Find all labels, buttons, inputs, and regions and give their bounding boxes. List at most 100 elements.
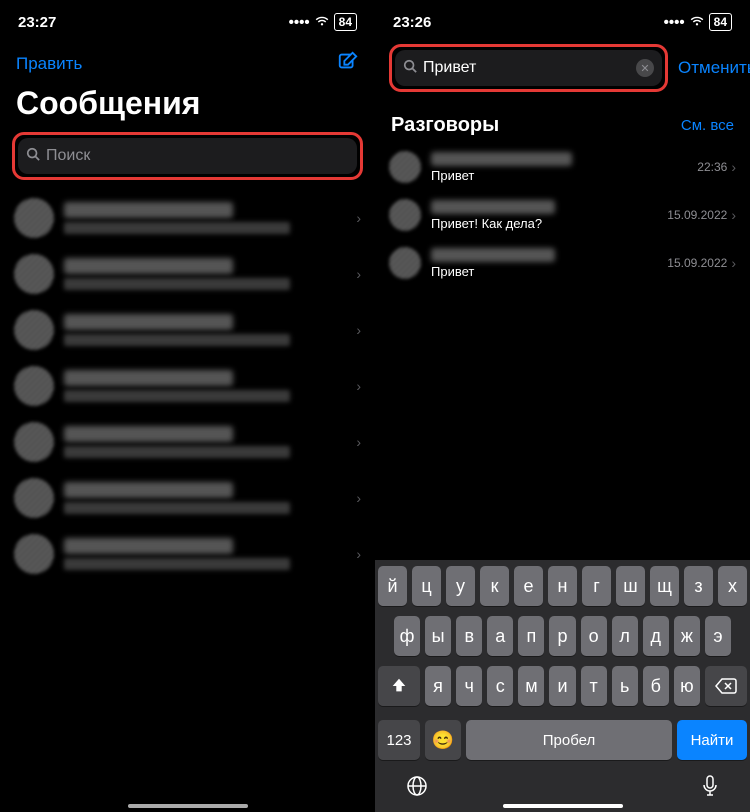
timestamp: ›: [356, 266, 361, 282]
search-results: Привет 22:36› Привет! Как дела? 15.09.20…: [375, 143, 750, 287]
key-ф[interactable]: ф: [394, 616, 420, 656]
timestamp: ›: [356, 490, 361, 506]
result-item[interactable]: Привет 15.09.2022›: [375, 239, 750, 287]
chevron-right-icon: ›: [731, 255, 736, 271]
conversation-item[interactable]: ›: [0, 358, 375, 414]
key-у[interactable]: у: [446, 566, 475, 606]
key-т[interactable]: т: [581, 666, 607, 706]
key-н[interactable]: н: [548, 566, 577, 606]
message-preview: Привет: [431, 168, 687, 183]
key-shift[interactable]: [378, 666, 420, 706]
key-х[interactable]: х: [718, 566, 747, 606]
key-з[interactable]: з: [684, 566, 713, 606]
message-preview: [64, 446, 290, 458]
result-item[interactable]: Привет 22:36›: [375, 143, 750, 191]
key-и[interactable]: и: [549, 666, 575, 706]
key-б[interactable]: б: [643, 666, 669, 706]
conversation-item[interactable]: ›: [0, 526, 375, 582]
mic-icon[interactable]: [700, 774, 720, 804]
chevron-right-icon: ›: [356, 434, 361, 450]
key-р[interactable]: р: [549, 616, 575, 656]
key-о[interactable]: о: [581, 616, 607, 656]
avatar: [14, 310, 54, 350]
search-input[interactable]: [423, 59, 630, 77]
clear-icon[interactable]: ✕: [636, 59, 654, 77]
contact-name: [431, 200, 555, 214]
see-all-link[interactable]: См. все: [681, 117, 734, 134]
cellular-icon: ••••: [289, 14, 310, 31]
key-numbers[interactable]: 123: [378, 720, 420, 760]
avatar: [14, 366, 54, 406]
search-field[interactable]: [18, 138, 357, 174]
contact-name: [64, 314, 233, 330]
search-highlight: [12, 132, 363, 180]
key-к[interactable]: к: [480, 566, 509, 606]
avatar: [14, 254, 54, 294]
conversation-item[interactable]: ›: [0, 246, 375, 302]
contact-name: [431, 248, 555, 262]
key-м[interactable]: м: [518, 666, 544, 706]
message-preview: Привет! Как дела?: [431, 216, 657, 231]
contact-name: [64, 482, 233, 498]
compose-icon[interactable]: [337, 50, 359, 77]
timestamp: ›: [356, 434, 361, 450]
cellular-icon: ••••: [664, 14, 685, 31]
chevron-right-icon: ›: [356, 266, 361, 282]
status-indicators: •••• 84: [664, 13, 732, 31]
globe-icon[interactable]: [405, 774, 429, 804]
contact-name: [64, 426, 233, 442]
key-а[interactable]: а: [487, 616, 513, 656]
conversation-item[interactable]: ›: [0, 302, 375, 358]
key-ч[interactable]: ч: [456, 666, 482, 706]
key-ц[interactable]: ц: [412, 566, 441, 606]
key-л[interactable]: л: [612, 616, 638, 656]
key-е[interactable]: е: [514, 566, 543, 606]
page-title: Сообщения: [0, 81, 375, 132]
status-indicators: •••• 84: [289, 13, 357, 31]
search-highlight: ✕: [389, 44, 668, 92]
chevron-right-icon: ›: [356, 546, 361, 562]
key-backspace[interactable]: [705, 666, 747, 706]
avatar: [14, 534, 54, 574]
conversation-item[interactable]: ›: [0, 190, 375, 246]
key-я[interactable]: я: [425, 666, 451, 706]
home-indicator[interactable]: [128, 804, 248, 808]
key-ж[interactable]: ж: [674, 616, 700, 656]
key-п[interactable]: п: [518, 616, 544, 656]
cancel-button[interactable]: Отменить: [678, 58, 750, 78]
avatar: [389, 151, 421, 183]
section-title: Разговоры: [391, 114, 499, 137]
chevron-right-icon: ›: [356, 322, 361, 338]
key-с[interactable]: с: [487, 666, 513, 706]
key-ш[interactable]: ш: [616, 566, 645, 606]
conversation-item[interactable]: ›: [0, 470, 375, 526]
key-й[interactable]: й: [378, 566, 407, 606]
key-щ[interactable]: щ: [650, 566, 679, 606]
wifi-icon: [314, 14, 330, 31]
search-icon: [403, 59, 417, 77]
edit-button[interactable]: Править: [16, 54, 82, 74]
key-ю[interactable]: ю: [674, 666, 700, 706]
key-д[interactable]: д: [643, 616, 669, 656]
key-find[interactable]: Найти: [677, 720, 747, 760]
key-ь[interactable]: ь: [612, 666, 638, 706]
message-preview: [64, 278, 290, 290]
search-input[interactable]: [46, 147, 349, 165]
result-item[interactable]: Привет! Как дела? 15.09.2022›: [375, 191, 750, 239]
key-ы[interactable]: ы: [425, 616, 451, 656]
timestamp: ›: [356, 546, 361, 562]
key-э[interactable]: э: [705, 616, 731, 656]
avatar: [389, 247, 421, 279]
key-emoji[interactable]: 😊: [425, 720, 461, 760]
status-bar: 23:26 •••• 84: [375, 0, 750, 44]
chevron-right-icon: ›: [356, 490, 361, 506]
timestamp: 15.09.2022: [667, 208, 727, 222]
home-indicator[interactable]: [503, 804, 623, 808]
key-space[interactable]: Пробел: [466, 720, 672, 760]
key-в[interactable]: в: [456, 616, 482, 656]
contact-name: [64, 538, 233, 554]
conversation-item[interactable]: ›: [0, 414, 375, 470]
key-г[interactable]: г: [582, 566, 611, 606]
status-time: 23:27: [18, 14, 56, 31]
search-field[interactable]: ✕: [395, 50, 662, 86]
